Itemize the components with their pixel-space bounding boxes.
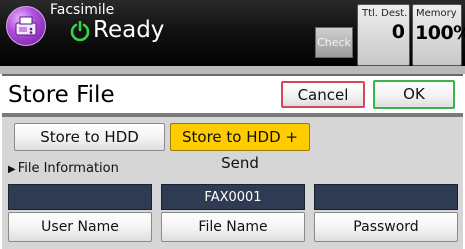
triangle-right-icon: ▶ xyxy=(8,164,16,175)
store-to-hdd-send-button[interactable]: Store to HDD + Send xyxy=(170,123,310,172)
file-name-value: FAX0001 xyxy=(161,184,305,210)
status-bar: Facsimile Ready Check Ttl. Dest. 0 Memor… xyxy=(0,0,465,70)
file-information-label: ▶ File Information xyxy=(8,161,119,176)
divider xyxy=(0,66,465,74)
ready-icon xyxy=(70,20,90,42)
cancel-button[interactable]: Cancel xyxy=(281,81,365,108)
user-name-field: User Name xyxy=(8,184,152,243)
memory-indicator: Memory 100% xyxy=(412,4,465,66)
user-name-value xyxy=(8,184,152,210)
user-name-button[interactable]: User Name xyxy=(8,212,152,242)
file-information-text: File Information xyxy=(17,161,119,176)
password-button[interactable]: Password xyxy=(314,212,458,242)
check-button[interactable]: Check xyxy=(315,27,353,58)
store-file-panel: Store to HDD Store to HDD + Send ▶ File I… xyxy=(2,117,463,249)
file-name-field: FAX0001 File Name xyxy=(161,184,305,243)
facsimile-icon xyxy=(6,6,46,46)
total-destinations-label: Ttl. Dest. xyxy=(362,8,408,19)
file-name-button[interactable]: File Name xyxy=(161,212,305,242)
ok-button[interactable]: OK xyxy=(373,80,455,109)
memory-value: 100% xyxy=(415,22,465,44)
status-text: Ready xyxy=(93,17,165,43)
total-destinations-indicator: Ttl. Dest. 0 xyxy=(357,4,410,66)
title-bar: Store File Cancel OK xyxy=(2,74,463,113)
page-title: Store File xyxy=(8,82,115,108)
total-destinations-count: 0 xyxy=(391,21,405,43)
password-field: Password xyxy=(314,184,458,243)
password-value xyxy=(314,184,458,210)
store-to-hdd-button[interactable]: Store to HDD xyxy=(14,123,165,151)
memory-label: Memory xyxy=(416,8,457,19)
